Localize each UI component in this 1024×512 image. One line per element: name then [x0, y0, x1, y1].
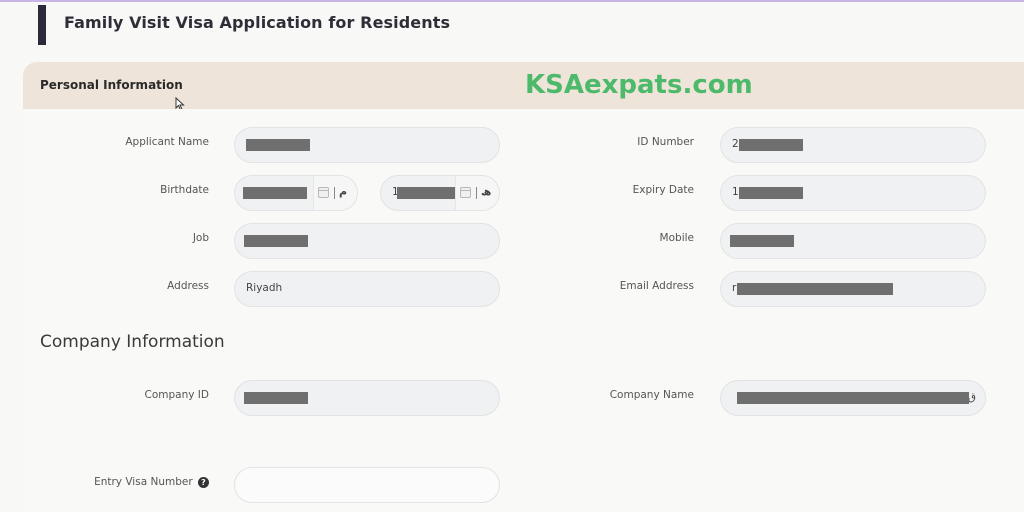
- redacted-value: [739, 187, 803, 199]
- redacted-value: [244, 235, 308, 247]
- mobile-label: Mobile: [659, 232, 694, 244]
- top-border: [0, 0, 1024, 2]
- mobile-input[interactable]: [720, 223, 986, 259]
- redacted-value: [737, 283, 893, 295]
- gregorian-suffix: م: [339, 185, 348, 198]
- redacted-value: [730, 235, 794, 247]
- entry-visa-label-text: Entry Visa Number: [94, 476, 193, 488]
- email-input[interactable]: r: [720, 271, 986, 307]
- birthdate-gregorian-input[interactable]: م: [234, 175, 358, 211]
- company-id-input[interactable]: [234, 380, 500, 416]
- company-id-label: Company ID: [144, 389, 209, 401]
- company-name-input[interactable]: ق: [720, 380, 986, 416]
- applicant-name-input[interactable]: [234, 127, 500, 163]
- calendar-icon: [460, 187, 471, 198]
- separator: [334, 187, 335, 199]
- redacted-value: [737, 392, 969, 404]
- redacted-value: [397, 187, 459, 199]
- birthdate-label: Birthdate: [160, 184, 209, 196]
- company-info-title: Company Information: [40, 332, 225, 352]
- redacted-value: [246, 139, 310, 151]
- applicant-name-label: Applicant Name: [125, 136, 209, 148]
- help-icon[interactable]: ?: [198, 476, 209, 488]
- expiry-date-label: Expiry Date: [632, 184, 694, 196]
- email-label: Email Address: [619, 280, 694, 292]
- id-number-label: ID Number: [637, 136, 694, 148]
- entry-visa-input[interactable]: [234, 467, 500, 503]
- watermark-text: KSAexpats.com: [525, 70, 753, 100]
- separator: [476, 187, 477, 199]
- id-number-input[interactable]: 2: [720, 127, 986, 163]
- form-body: [23, 109, 1024, 512]
- address-input[interactable]: Riyadh: [234, 271, 500, 307]
- expiry-date-input[interactable]: 1: [720, 175, 986, 211]
- entry-visa-label: Entry Visa Number ?: [9, 476, 209, 488]
- company-name-label: Company Name: [609, 389, 694, 401]
- redacted-value: [243, 187, 307, 199]
- redacted-value: [739, 139, 803, 151]
- personal-info-title: Personal Information: [40, 78, 183, 92]
- calendar-addon[interactable]: م: [313, 176, 357, 210]
- hijri-suffix: ھ: [481, 185, 492, 198]
- redacted-value: [244, 392, 308, 404]
- job-input[interactable]: [234, 223, 500, 259]
- address-label: Address: [167, 280, 209, 292]
- page-title: Family Visit Visa Application for Reside…: [64, 13, 451, 32]
- calendar-addon[interactable]: ھ: [455, 176, 499, 210]
- birthdate-hijri-input[interactable]: 1 ھ: [380, 175, 500, 211]
- calendar-icon: [318, 187, 329, 198]
- title-accent-bar: [38, 5, 46, 45]
- job-label: Job: [192, 232, 209, 244]
